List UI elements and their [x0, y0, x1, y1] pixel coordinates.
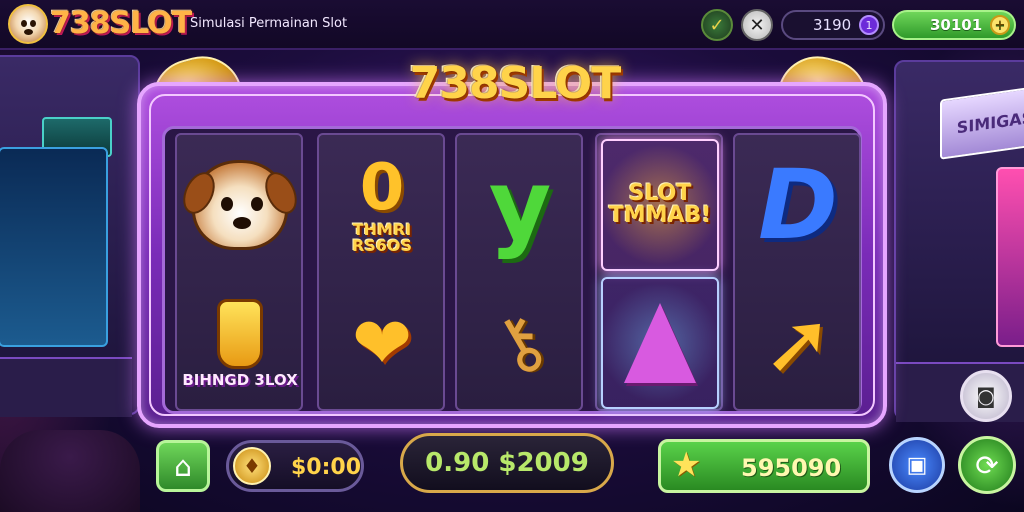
- arcade-machine-right: SIMIGAS: [894, 60, 1024, 422]
- total-display[interactable]: ★ 595090: [658, 439, 870, 493]
- screenshot-button[interactable]: ◙: [960, 370, 1012, 422]
- reels-area: BIHNGD 3LOX 0 THMRI RS6OS ❤ y ⚷ SLOT TMM…: [162, 126, 862, 414]
- coins-value: 3190: [813, 16, 852, 34]
- spin-button[interactable]: ⟳: [958, 436, 1016, 494]
- cash-balance[interactable]: 30101 +: [892, 10, 1016, 40]
- checkmark-icon: ✓: [709, 14, 725, 36]
- d-letter-symbol: D: [739, 139, 857, 271]
- page-subtitle: Simulasi Permainan Slot: [190, 16, 348, 31]
- coins-badge: 1: [859, 15, 879, 35]
- star-icon: ★: [671, 445, 702, 485]
- camera-button[interactable]: ▣: [889, 437, 945, 493]
- bet-coin-icon: ♦: [233, 447, 271, 485]
- reel-4: SLOT TMMAB!: [595, 133, 723, 411]
- bottle-icon: [217, 298, 263, 369]
- home-icon: ⌂: [174, 449, 192, 483]
- arcade-machine-left: [0, 55, 140, 417]
- zero-symbol: 0 THMRI RS6OS: [323, 139, 441, 271]
- bottle-symbol: BIHNGD 3LOX: [181, 277, 299, 409]
- plus-icon[interactable]: +: [990, 15, 1010, 35]
- puppy-logo-icon: [8, 4, 48, 44]
- y-letter-icon: y: [488, 149, 552, 261]
- win-display: 0.90 $2009: [400, 433, 614, 493]
- coins-balance[interactable]: 3190 1: [781, 10, 885, 40]
- close-button[interactable]: ✕: [741, 9, 773, 41]
- d-letter-icon: D: [758, 149, 838, 261]
- screenshot-icon: ◙: [976, 384, 996, 408]
- puppy-icon: [177, 139, 303, 271]
- key-symbol: ⚷: [461, 277, 579, 409]
- bet-value: $0:00: [291, 455, 362, 480]
- heart-fruit-icon: ❤: [351, 301, 413, 385]
- win-value: 0.90 $2009: [425, 448, 589, 478]
- brand-logo: 738SLOT: [50, 6, 192, 41]
- reel-2: 0 THMRI RS6OS ❤: [317, 133, 445, 411]
- checkmark-button[interactable]: ✓: [701, 9, 733, 41]
- zero-icon: 0: [359, 151, 405, 225]
- refresh-icon: ⟳: [975, 448, 999, 482]
- key-icon: ⚷: [477, 294, 563, 392]
- reel-3: y ⚷: [455, 133, 583, 411]
- close-icon: ✕: [749, 14, 765, 36]
- symbol-label: BIHNGD 3LOX: [182, 370, 298, 389]
- arrow-symbol: ➚: [739, 277, 857, 409]
- arcade-marquee: SIMIGAS: [940, 84, 1024, 160]
- symbol-label: THMRI RS6OS: [351, 220, 413, 255]
- camera-icon: ▣: [906, 452, 928, 478]
- symbol-label: SLOT TMMAB!: [608, 181, 712, 228]
- cone-symbol: [601, 277, 719, 409]
- cash-value: 30101: [930, 16, 983, 34]
- home-button[interactable]: ⌂: [156, 440, 210, 492]
- heart-symbol: SLOT TMMAB!: [601, 139, 719, 271]
- arrow-icon: ➚: [762, 294, 834, 392]
- top-bar: 738SLOT Simulasi Permainan Slot ✓ ✕ 3190…: [0, 0, 1024, 50]
- y-letter-symbol: y: [461, 139, 579, 271]
- reel-5: D ➚: [733, 133, 861, 411]
- reel-1: BIHNGD 3LOX: [175, 133, 303, 411]
- total-value: 595090: [741, 454, 842, 482]
- machine-title: 738SLOT: [409, 57, 621, 109]
- heart-fruit-symbol: ❤: [323, 277, 441, 409]
- cone-icon: [624, 303, 696, 383]
- bet-display[interactable]: ♦ $0:00: [226, 440, 364, 492]
- armchair: [0, 430, 140, 512]
